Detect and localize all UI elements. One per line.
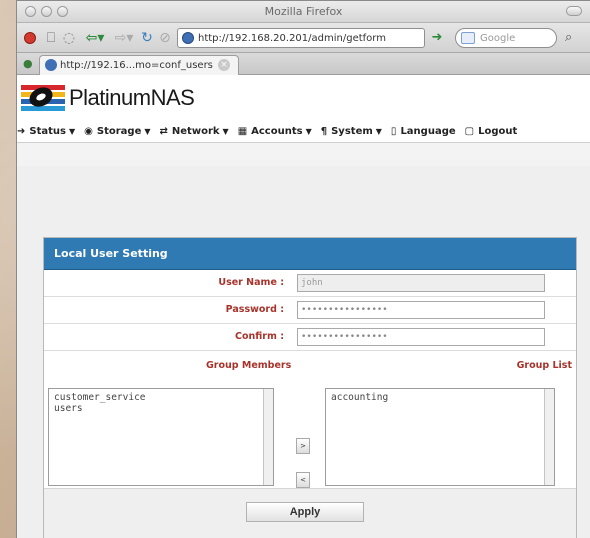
scrollbar[interactable] bbox=[263, 389, 273, 485]
chevron-down-icon: ▼ bbox=[222, 127, 229, 136]
password-input[interactable]: •••••••••••••••• bbox=[297, 301, 545, 319]
confirm-password-input[interactable]: •••••••••••••••• bbox=[297, 328, 545, 346]
site-identity-icon[interactable] bbox=[182, 32, 194, 44]
menu-logout-label: Logout bbox=[478, 126, 518, 137]
status-icon: ➜ bbox=[17, 126, 26, 137]
menu-language[interactable]: ▯ Language bbox=[391, 126, 456, 137]
list-item[interactable]: customer_service bbox=[54, 392, 268, 403]
reload-icon[interactable]: ↻ bbox=[139, 29, 155, 47]
menu-logout[interactable]: ▢ Logout bbox=[465, 126, 518, 137]
tab-list-icon[interactable]: ● bbox=[23, 57, 33, 70]
list-item[interactable]: users bbox=[54, 403, 268, 414]
user-name-input[interactable]: john bbox=[297, 274, 545, 292]
search-placeholder: Google bbox=[480, 32, 516, 44]
chevron-down-icon: ▼ bbox=[68, 127, 76, 136]
search-engine-icon[interactable] bbox=[461, 32, 475, 44]
main-menu: ➜ Status ▼ ◉ Storage ▼ ⇄ Network ▼ ▦ Acc… bbox=[17, 121, 590, 143]
move-left-button[interactable]: < bbox=[296, 472, 310, 488]
form-footer: Apply bbox=[44, 488, 576, 538]
confirm-row: Confirm : •••••••••••••••• bbox=[44, 324, 576, 351]
system-icon: ¶ bbox=[320, 126, 328, 137]
tab-favicon-icon bbox=[45, 59, 57, 71]
menu-accounts[interactable]: ▦ Accounts ▼ bbox=[238, 126, 312, 137]
menu-language-label: Language bbox=[400, 126, 456, 137]
group-members-label: Group Members bbox=[206, 360, 292, 371]
logout-icon: ▢ bbox=[464, 126, 475, 137]
menu-status-label: Status bbox=[29, 126, 66, 137]
bookmark-icon[interactable]: ⎕ bbox=[43, 29, 59, 47]
forward-icon[interactable]: ⇨▾ bbox=[111, 29, 137, 47]
url-bar[interactable]: http://192.168.20.201/admin/getform bbox=[177, 28, 425, 48]
network-icon: ⇄ bbox=[159, 126, 168, 137]
tab-title: http://192.16...mo=conf_users bbox=[60, 60, 213, 71]
toolbar-toggle-button[interactable] bbox=[566, 6, 582, 16]
move-right-button[interactable]: > bbox=[296, 438, 310, 454]
user-name-label: User Name : bbox=[218, 277, 284, 288]
password-row: Password : •••••••••••••••• bbox=[44, 297, 576, 324]
menu-status[interactable]: ➜ Status ▼ bbox=[17, 126, 75, 137]
browser-window: Mozilla Firefox ⎕ ◌ ⇦▾ ⇨▾ ↻ ⊘ http://192… bbox=[16, 0, 590, 538]
window-title: Mozilla Firefox bbox=[264, 5, 343, 18]
user-name-row: User Name : john bbox=[44, 270, 576, 297]
chevron-down-icon: ▼ bbox=[305, 127, 312, 136]
menu-system[interactable]: ¶ System ▼ bbox=[321, 126, 382, 137]
local-user-setting-panel: Local User Setting User Name : john Pass… bbox=[43, 237, 577, 538]
language-icon: ▯ bbox=[390, 126, 397, 137]
menu-network-label: Network bbox=[171, 126, 220, 137]
apply-button[interactable]: Apply bbox=[246, 502, 364, 522]
menu-storage-label: Storage bbox=[96, 126, 142, 137]
stop-icon[interactable] bbox=[21, 29, 39, 47]
password-label: Password : bbox=[225, 304, 284, 315]
tab-active[interactable]: http://192.16...mo=conf_users × bbox=[39, 55, 239, 75]
brand-logo-icon bbox=[21, 81, 65, 115]
accounts-icon: ▦ bbox=[237, 126, 248, 137]
search-icon[interactable]: ⌕ bbox=[565, 30, 572, 45]
panel-title: Local User Setting bbox=[44, 238, 576, 270]
history-icon[interactable]: ◌ bbox=[61, 29, 77, 47]
url-text: http://192.168.20.201/admin/getform bbox=[198, 32, 386, 44]
tab-bar: ● http://192.16...mo=conf_users × bbox=[17, 53, 590, 75]
app-header: PlatinumNAS bbox=[17, 75, 590, 121]
group-list-label: Group List bbox=[516, 360, 572, 371]
group-list-listbox[interactable]: accounting bbox=[325, 388, 555, 486]
tab-close-icon[interactable]: × bbox=[218, 59, 230, 71]
page-content: Local User Setting User Name : john Pass… bbox=[17, 166, 590, 538]
group-labels-row: Group Members Group List bbox=[44, 351, 576, 380]
chevron-down-icon: ▼ bbox=[375, 127, 382, 136]
go-icon[interactable]: ➜ bbox=[429, 30, 445, 46]
back-icon[interactable]: ⇦▾ bbox=[81, 29, 109, 47]
scrollbar[interactable] bbox=[544, 389, 554, 485]
list-item[interactable]: accounting bbox=[331, 392, 549, 403]
menu-system-label: System bbox=[331, 126, 373, 137]
menu-storage[interactable]: ◉ Storage ▼ bbox=[84, 126, 150, 137]
brand-name: PlatinumNAS bbox=[69, 85, 195, 110]
chevron-down-icon: ▼ bbox=[144, 127, 151, 136]
navigation-toolbar: ⎕ ◌ ⇦▾ ⇨▾ ↻ ⊘ http://192.168.20.201/admi… bbox=[17, 23, 590, 53]
search-bar[interactable]: Google bbox=[455, 28, 557, 48]
storage-icon: ◉ bbox=[84, 126, 93, 137]
menu-accounts-label: Accounts bbox=[251, 126, 303, 137]
title-bar: Mozilla Firefox bbox=[17, 1, 590, 23]
group-selector: customer_service users > < accounting bbox=[44, 380, 576, 488]
confirm-label: Confirm : bbox=[235, 331, 284, 342]
menu-network[interactable]: ⇄ Network ▼ bbox=[160, 126, 229, 137]
stop-loading-icon[interactable]: ⊘ bbox=[157, 29, 173, 47]
group-members-listbox[interactable]: customer_service users bbox=[48, 388, 274, 486]
